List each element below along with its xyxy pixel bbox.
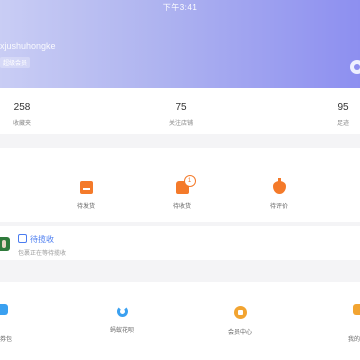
huabei-icon xyxy=(116,306,128,317)
tracking-title: 待揽收 xyxy=(18,234,54,245)
truck-icon: 1 xyxy=(175,175,196,194)
order-to-ship[interactable]: 待发货 xyxy=(56,181,116,210)
service-label: 蚂蚁花呗 xyxy=(109,328,134,334)
count-badge: 1 xyxy=(183,175,196,187)
stat-followed-shops[interactable]: 75 关注店铺 xyxy=(151,102,211,127)
tracking-desc: 包裹正在等待揽收 xyxy=(18,251,67,257)
stat-value: 258 xyxy=(13,102,31,113)
stat-label: 收藏夹 xyxy=(12,121,31,127)
package-icon xyxy=(18,234,27,243)
services-section: 券包 蚂蚁花呗 会员中心 我的 xyxy=(0,282,360,360)
order-section: 待发货 1 待收货 待评价 xyxy=(0,148,360,222)
settings-icon[interactable] xyxy=(350,60,360,74)
service-label[interactable]: 券包 xyxy=(0,334,12,343)
order-label: 待收货 xyxy=(172,204,191,210)
stat-favorites[interactable]: 258 收藏夹 xyxy=(0,102,52,127)
tracking-card[interactable]: 待揽收 包裹正在等待揽收 xyxy=(0,226,360,260)
order-to-review[interactable]: 待评价 xyxy=(249,178,309,210)
order-to-receive[interactable]: 1 待收货 xyxy=(152,175,212,210)
package-thumbnail xyxy=(0,237,10,251)
status-time: 下午3:41 xyxy=(162,3,198,12)
member-badge[interactable]: 超级会员 xyxy=(0,57,31,68)
service-label: 会员中心 xyxy=(227,330,252,336)
service-label[interactable]: 我的 xyxy=(348,334,360,343)
stat-value: 95 xyxy=(337,102,349,113)
service-huabei[interactable]: 蚂蚁花呗 xyxy=(87,306,157,334)
stat-label: 关注店铺 xyxy=(168,121,193,127)
tracking-title-text: 待揽收 xyxy=(30,235,54,244)
username[interactable]: xjushuhongke xyxy=(0,41,56,51)
order-label: 待评价 xyxy=(269,204,288,210)
wallet-icon xyxy=(79,181,93,194)
stat-footprint[interactable]: 95 足迹 xyxy=(313,102,360,127)
my-icon[interactable] xyxy=(353,304,360,315)
coupon-icon[interactable] xyxy=(0,304,8,315)
service-member-center[interactable]: 会员中心 xyxy=(205,306,275,336)
stats-bar: 258 收藏夹 75 关注店铺 95 足迹 xyxy=(0,88,360,134)
review-icon xyxy=(272,178,286,194)
member-center-icon xyxy=(233,306,247,319)
stat-label: 足迹 xyxy=(336,121,349,127)
order-label: 待发货 xyxy=(76,204,95,210)
stat-value: 75 xyxy=(175,102,187,113)
profile-header: 下午3:41 xjushuhongke 超级会员 xyxy=(0,0,360,88)
